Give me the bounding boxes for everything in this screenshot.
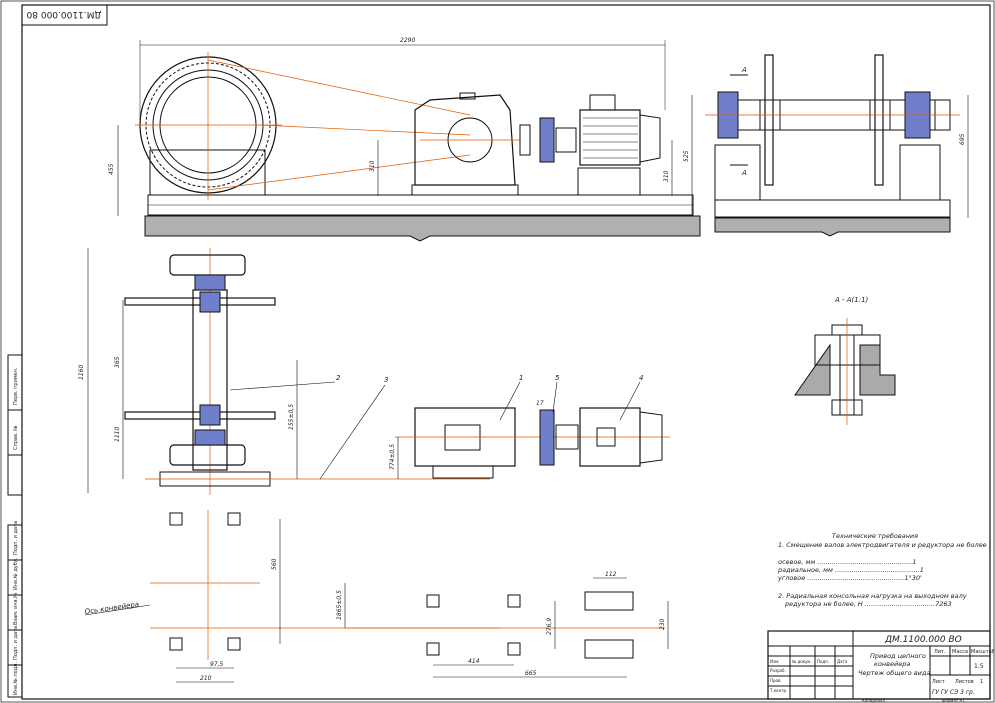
svg-text:осевое, мм ...................: осевое, мм .............................… (778, 558, 917, 566)
svg-text:Т.контр.: Т.контр. (769, 688, 787, 693)
svg-text:редуктора не более, Н ........: редуктора не более, Н ..................… (784, 600, 952, 608)
svg-text:2. Радиальная консольная нагру: 2. Радиальная консольная нагрузка на вых… (778, 592, 967, 600)
svg-text:2: 2 (336, 374, 341, 382)
svg-text:210: 210 (200, 675, 212, 682)
foundation-plan-right: 1865±0,5 112 276,9 230 414 665 (336, 571, 669, 678)
svg-text:Взам. инв.№: Взам. инв.№ (13, 592, 19, 625)
svg-text:Пров.: Пров. (770, 678, 782, 683)
svg-text:695: 695 (959, 133, 966, 145)
svg-text:ГУ ГУ СЭ 3 гр.: ГУ ГУ СЭ 3 гр. (932, 689, 975, 696)
svg-text:2290: 2290 (400, 37, 415, 44)
svg-text:Инв.№ дубл.: Инв.№ дубл. (13, 557, 19, 590)
svg-text:Лит.: Лит. (934, 649, 946, 655)
svg-text:Лист: Лист (932, 679, 945, 685)
svg-text:665: 665 (525, 670, 537, 677)
svg-text:Перв. примен.: Перв. примен. (13, 367, 19, 405)
svg-text:365: 365 (114, 356, 121, 368)
side-view: 695 А А (705, 54, 969, 237)
svg-text:310: 310 (369, 160, 376, 172)
svg-text:А - А(1:1): А - А(1:1) (834, 296, 869, 304)
svg-text:Формат А1: Формат А1 (942, 698, 965, 703)
foundation-plan-left: 560 97,5 210 Ось конвейера (84, 510, 500, 683)
section-a-a: А - А(1:1) (794, 296, 896, 425)
top-view: 1160 365 1110 155±0,5 774±0,5 17 2 3 1 5… (78, 248, 670, 495)
svg-text:17: 17 (536, 400, 544, 407)
svg-text:Ось конвейера: Ось конвейера (84, 600, 139, 616)
svg-text:№ докум.: № докум. (792, 659, 812, 664)
svg-text:Дата: Дата (837, 659, 848, 664)
technical-requirements: Технические требования 1. Смещение валов… (777, 532, 987, 608)
svg-text:Инв.№ подл.: Инв.№ подл. (13, 662, 19, 695)
svg-text:А: А (741, 66, 747, 74)
svg-text:Технические требования: Технические требования (832, 532, 918, 540)
top-stamp: ДМ.1100.000 80 (21, 4, 108, 26)
svg-text:1160: 1160 (78, 365, 85, 380)
svg-text:5: 5 (555, 374, 560, 382)
svg-text:774±0,5: 774±0,5 (389, 444, 396, 470)
svg-text:155±0,5: 155±0,5 (288, 404, 295, 430)
svg-text:Справ. №: Справ. № (13, 425, 19, 450)
svg-text:ДМ.1100.000 ВО: ДМ.1100.000 ВО (884, 635, 962, 645)
svg-text:ДМ.1100.000 80: ДМ.1100.000 80 (26, 9, 101, 19)
svg-text:Подп. и дата: Подп. и дата (13, 521, 19, 555)
svg-text:Чертеж общего вида: Чертеж общего вида (858, 669, 930, 677)
svg-text:Разраб.: Разраб. (770, 668, 786, 673)
svg-text:3: 3 (384, 376, 388, 384)
svg-text:276,9: 276,9 (546, 618, 553, 635)
svg-text:1865±0,5: 1865±0,5 (336, 590, 343, 620)
svg-text:конвейера: конвейера (874, 660, 910, 668)
svg-text:560: 560 (271, 558, 278, 570)
svg-text:Изм.: Изм. (770, 659, 779, 664)
front-view: 2290 455 310 310 525 (108, 37, 701, 242)
svg-text:4: 4 (639, 374, 643, 382)
svg-text:Привод цепного: Привод цепного (870, 652, 926, 660)
side-stamp-text: Перв. примен. Справ. № Подп. и дата Инв.… (13, 367, 19, 695)
svg-text:230: 230 (659, 618, 666, 630)
svg-text:97,5: 97,5 (210, 661, 224, 668)
svg-text:Масса: Масса (952, 649, 968, 655)
svg-text:Листов: Листов (955, 679, 974, 685)
svg-text:525: 525 (683, 150, 690, 162)
svg-text:Масштаб: Масштаб (971, 649, 995, 655)
svg-text:1: 1 (980, 679, 983, 685)
svg-text:Копировал: Копировал (862, 698, 885, 703)
svg-text:Подп. и дата: Подп. и дата (13, 626, 19, 660)
svg-text:112: 112 (605, 571, 617, 578)
svg-text:1. Смещение валов электродвига: 1. Смещение валов электродвигателя и ред… (778, 541, 987, 549)
svg-text:радиальное, мм ...............: радиальное, мм .........................… (777, 566, 924, 574)
drawing-sheet: ДМ.1100.000 80 Перв. примен. Справ. № По… (0, 0, 995, 703)
svg-text:414: 414 (468, 658, 480, 665)
svg-text:А: А (741, 169, 747, 177)
svg-text:Подп.: Подп. (817, 659, 829, 664)
svg-text:1110: 1110 (114, 427, 121, 442)
svg-text:1:5: 1:5 (974, 663, 984, 670)
svg-text:угловое ......................: угловое ................................… (777, 574, 922, 582)
title-block-text: ДМ.1100.000 ВО Привод цепного конвейера … (769, 635, 995, 703)
svg-text:455: 455 (108, 163, 115, 175)
svg-text:1: 1 (519, 374, 523, 382)
svg-text:310: 310 (663, 170, 670, 182)
